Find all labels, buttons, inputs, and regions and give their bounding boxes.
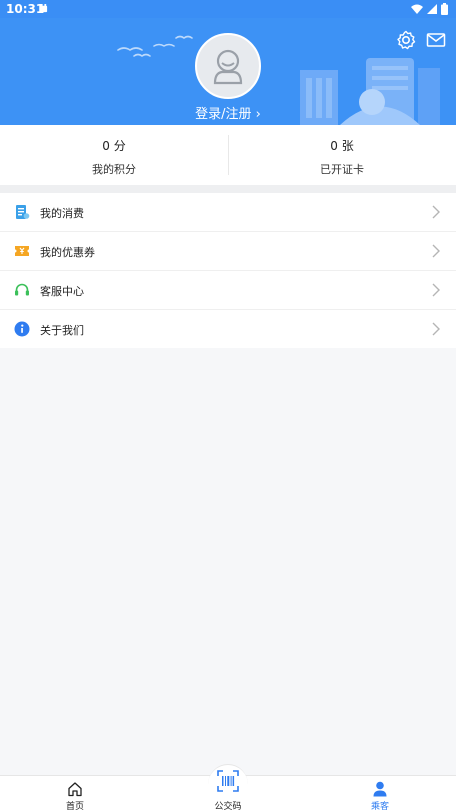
menu-item-label: 客服中心 [40,285,84,298]
info-icon [14,321,30,337]
stat-cards[interactable]: 0 张 已开证卡 [228,125,456,185]
menu-item-consumption[interactable]: 我的消费 [0,193,456,232]
tab-label: 乘客 [370,802,389,812]
stat-label: 我的积分 [92,163,136,176]
menu-item-customer-service[interactable]: 客服中心 [0,271,456,310]
stats-panel: 0 分 我的积分 0 张 已开证卡 [0,125,456,185]
chevron-right-icon [432,205,440,219]
user-icon [373,781,387,797]
profile-header: 登录/注册 › [0,18,456,125]
menu-item-label: 我的消费 [40,207,84,220]
battery-icon [441,3,448,15]
home-icon [68,782,82,797]
message-mail-icon[interactable] [426,30,446,50]
stat-value: 0 分 [102,139,126,153]
notification-app-icon [39,4,48,13]
signal-icon [427,4,437,14]
section-divider [0,185,456,193]
chevron-right-icon [432,322,440,336]
tab-bus-code[interactable]: 公交码 [168,770,288,812]
login-register-link[interactable]: 登录/注册 › [0,103,456,122]
receipt-icon [16,205,30,219]
bottom-tab-bar: 首页 公交码 乘客 [0,764,456,812]
coupon-icon [15,246,29,256]
menu-item-about[interactable]: 关于我们 [0,310,456,348]
headset-icon [15,283,29,296]
system-icons [411,3,448,15]
chevron-right-icon [432,283,440,297]
menu-list: 我的消费 我的优惠券 客服中心 关于我们 [0,193,456,348]
wifi-icon [411,4,423,14]
avatar[interactable] [195,33,261,99]
status-bar: 10:31 [0,0,456,18]
tab-passenger[interactable]: 乘客 [320,776,440,812]
tab-label: 首页 [65,802,84,812]
stat-label: 已开证卡 [320,163,364,176]
user-avatar-icon [213,49,243,85]
stat-points[interactable]: 0 分 我的积分 [0,125,228,185]
menu-item-label: 关于我们 [40,324,84,337]
tab-home[interactable]: 首页 [15,776,135,812]
barcode-icon [217,770,239,792]
tab-label: 公交码 [214,802,242,812]
menu-item-label: 我的优惠券 [40,246,95,259]
menu-item-coupons[interactable]: 我的优惠券 [0,232,456,271]
chevron-right-icon [432,244,440,258]
settings-gear-icon[interactable] [396,30,416,50]
stat-value: 0 张 [330,139,354,153]
